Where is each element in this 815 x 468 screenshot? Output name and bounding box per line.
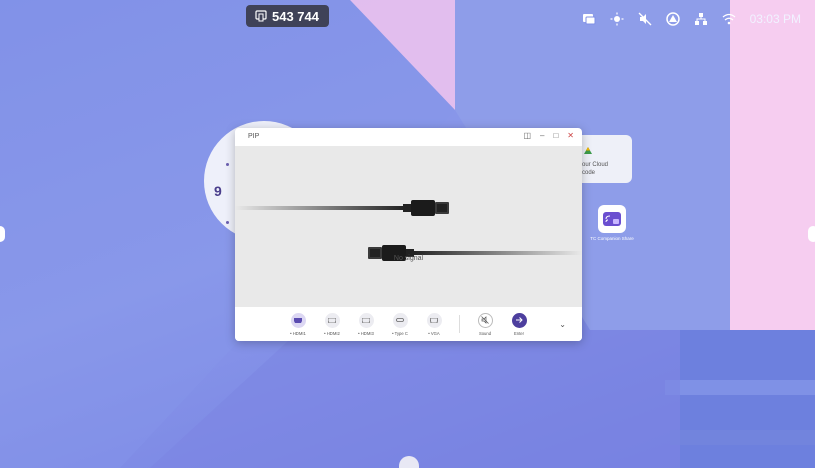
action-label: Sound — [478, 330, 492, 336]
cast-icon — [255, 10, 267, 22]
source-hdmi3[interactable]: • HDMI3 — [349, 312, 383, 336]
source-type-c[interactable]: • Type C — [383, 312, 417, 336]
cloud-widget-line: our Cloud — [582, 162, 609, 168]
cast-app-shortcut[interactable]: TC Companion Share — [585, 205, 639, 241]
maximize-icon[interactable]: □ — [553, 131, 558, 140]
hdmi-icon — [290, 312, 306, 328]
clock-tick — [226, 221, 229, 224]
cast-app-icon — [603, 212, 621, 226]
chevron-down-icon[interactable]: ⌄ — [559, 320, 566, 329]
cast-app-label: TC Companion Share — [590, 236, 634, 241]
arrow-right-icon — [511, 312, 527, 328]
clock-tick — [226, 163, 229, 166]
usb-c-icon — [392, 312, 408, 328]
mute-icon — [477, 312, 493, 328]
action-label: Enter — [513, 330, 524, 336]
pip-window[interactable]: PIP ◫ – □ ✕ No signal • HDMI1 • HDMI2 • … — [235, 128, 582, 341]
mute-icon[interactable] — [638, 12, 652, 26]
source-label: • HDMI1 — [290, 330, 306, 336]
brightness-icon[interactable] — [610, 12, 624, 26]
source-label: • HDMI2 — [324, 330, 340, 336]
clock-time: 03:03 PM — [749, 12, 801, 26]
cloud-widget-line: code — [582, 170, 596, 176]
screen-share-icon[interactable] — [582, 12, 596, 26]
source-label: • HDMI3 — [358, 330, 374, 336]
close-icon[interactable]: ✕ — [567, 131, 574, 140]
pip-video-area: No signal — [235, 146, 582, 307]
window-controls: ◫ – □ ✕ — [523, 131, 574, 140]
no-signal-text: No signal — [393, 255, 424, 262]
sound-button[interactable]: Sound — [468, 312, 502, 336]
desktop: 543 744 03:03 PM 9 our Cloud code TC Com… — [0, 0, 815, 468]
drive-icon[interactable] — [665, 12, 680, 26]
hdmi-icon — [358, 312, 374, 328]
source-hdmi1[interactable]: • HDMI1 — [281, 312, 315, 336]
layout-icon[interactable]: ◫ — [523, 131, 531, 140]
source-vga[interactable]: • VGA — [417, 312, 451, 336]
enter-button[interactable]: Enter — [502, 312, 536, 336]
pip-title: PIP — [248, 133, 260, 140]
source-label: • Type C — [392, 330, 408, 336]
vga-icon — [426, 312, 442, 328]
network-icon[interactable] — [694, 12, 708, 26]
cast-app-tile — [598, 205, 626, 233]
left-edge-tab[interactable] — [0, 226, 5, 242]
source-hdmi2[interactable]: • HDMI2 — [315, 312, 349, 336]
divider — [459, 315, 460, 333]
clock-hour: 9 — [214, 183, 222, 199]
meeting-code: 543 744 — [272, 8, 319, 24]
cloud-drive-icon — [584, 147, 592, 154]
source-label: • VGA — [428, 330, 440, 336]
hdmi-cable-illustration — [235, 200, 582, 261]
status-bar: 03:03 PM — [582, 12, 801, 26]
hdmi-icon — [324, 312, 340, 328]
right-edge-tab[interactable] — [808, 226, 815, 242]
wifi-icon[interactable] — [722, 12, 736, 26]
meeting-code-badge[interactable]: 543 744 — [246, 5, 329, 27]
pip-source-bar: • HDMI1 • HDMI2 • HDMI3 • Type C • VGA S… — [235, 307, 582, 341]
minimize-icon[interactable]: – — [540, 131, 544, 140]
